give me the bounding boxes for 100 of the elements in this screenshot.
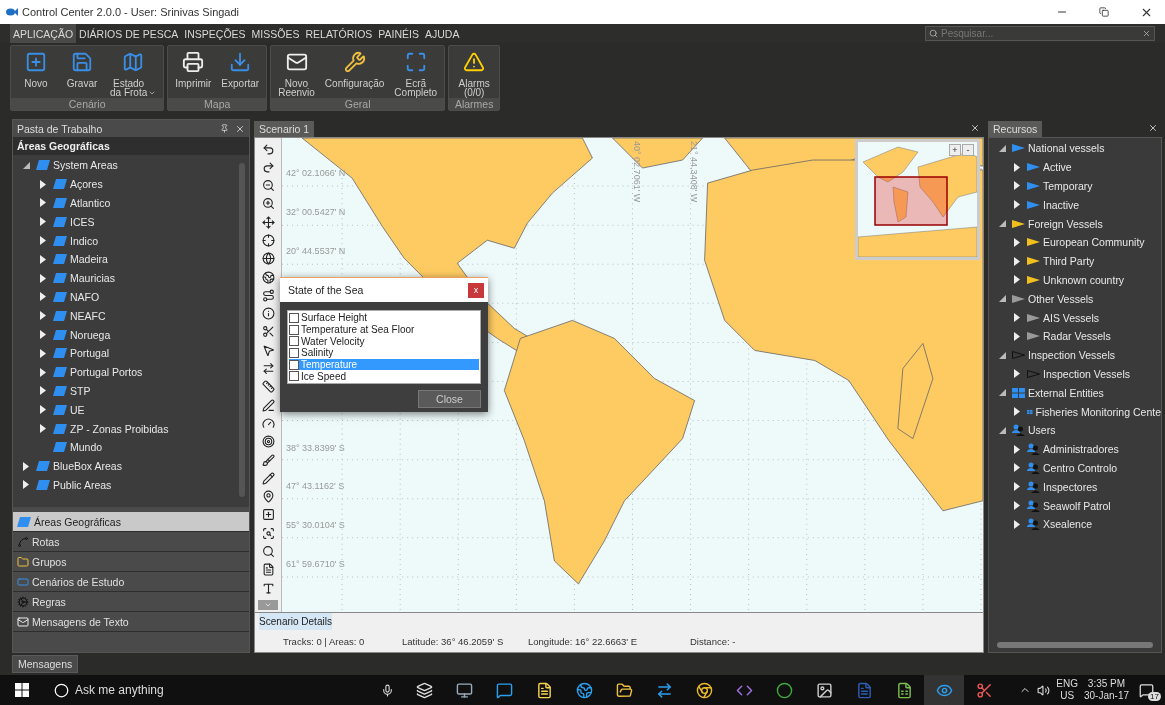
collapsed-arrow-icon[interactable]: [1014, 256, 1020, 266]
checkbox[interactable]: [289, 359, 299, 370]
tree-item-label[interactable]: Açores: [70, 178, 103, 191]
collapsed-arrow-icon[interactable]: [40, 367, 46, 377]
tree-item-label[interactable]: External Entities: [1028, 386, 1104, 399]
expanded-arrow-icon[interactable]: [998, 426, 1006, 434]
collapsed-arrow-icon[interactable]: [23, 480, 29, 490]
tree-item-label[interactable]: ZP - Zonas Proibidas: [70, 422, 169, 435]
ribbon-button[interactable]: Exportar: [216, 48, 265, 98]
tree-item-label[interactable]: Xsealence: [1043, 518, 1093, 531]
tree-item-label[interactable]: Inspection Vessels: [1043, 367, 1130, 380]
menu-tab[interactable]: APLICAÇÃO: [10, 24, 77, 43]
scrollbar[interactable]: [997, 642, 1153, 648]
collapsed-arrow-icon[interactable]: [40, 273, 46, 283]
collapsed-arrow-icon[interactable]: [40, 386, 46, 396]
tree-item-label[interactable]: NEAFC: [70, 309, 106, 322]
search-field[interactable]: Pesquisar...: [925, 26, 1155, 41]
nav-item[interactable]: Regras: [13, 592, 249, 612]
overview-map[interactable]: + -: [855, 139, 980, 260]
zoom-out-button[interactable]: -: [962, 144, 974, 156]
collapsed-arrow-icon[interactable]: [1014, 407, 1020, 417]
tree-item-label[interactable]: Seawolf Patrol: [1043, 499, 1111, 512]
menu-tab[interactable]: AJUDA: [422, 24, 463, 43]
expanded-arrow-icon[interactable]: [998, 144, 1006, 152]
tree-item-label[interactable]: European Community: [1043, 236, 1145, 249]
tree-item-label[interactable]: Users: [1028, 424, 1056, 437]
tree-item-label[interactable]: Other Vessels: [1028, 292, 1094, 305]
tree-item-label[interactable]: Foreign Vessels: [1028, 217, 1103, 230]
menu-tab[interactable]: PAINÉIS: [375, 24, 422, 43]
expanded-arrow-icon[interactable]: [998, 220, 1006, 228]
collapsed-arrow-icon[interactable]: [40, 179, 46, 189]
collapsed-arrow-icon[interactable]: [40, 424, 46, 434]
ribbon-button[interactable]: Novo Reenvio: [273, 48, 320, 98]
ribbon-button[interactable]: Novo: [13, 48, 59, 98]
collapsed-arrow-icon[interactable]: [1014, 482, 1020, 492]
collapsed-arrow-icon[interactable]: [40, 236, 46, 246]
ribbon-button[interactable]: Configuração: [319, 48, 390, 98]
tree-item-label[interactable]: BlueBox Areas: [53, 460, 122, 473]
collapsed-arrow-icon[interactable]: [40, 311, 46, 321]
list-item[interactable]: Ice Speed: [289, 370, 479, 383]
tree-item-label[interactable]: Fisheries Monitoring Cente: [1035, 405, 1161, 418]
checkbox[interactable]: [289, 324, 299, 335]
collapsed-arrow-icon[interactable]: [40, 330, 46, 340]
collapsed-arrow-icon[interactable]: [1014, 313, 1020, 323]
collapsed-arrow-icon[interactable]: [40, 348, 46, 358]
tree-item-label[interactable]: Unknown country: [1043, 273, 1125, 286]
collapsed-arrow-icon[interactable]: [1014, 519, 1020, 529]
collapsed-arrow-icon[interactable]: [1014, 331, 1020, 341]
tree-item-label[interactable]: UE: [70, 403, 85, 416]
expanded-arrow-icon[interactable]: [22, 161, 30, 169]
tree-item-label[interactable]: Portugal Portos: [70, 366, 143, 379]
ribbon-button[interactable]: Gravar: [59, 48, 105, 98]
tree-item-label[interactable]: Portugal: [70, 347, 110, 360]
menu-tab[interactable]: RELATÓRIOS: [302, 24, 376, 43]
collapsed-arrow-icon[interactable]: [1014, 275, 1020, 285]
tree-item-label[interactable]: Madeira: [70, 253, 108, 266]
collapsed-arrow-icon[interactable]: [1014, 369, 1020, 379]
tree-item-label[interactable]: NAFO: [70, 290, 100, 303]
microphone-icon[interactable]: [381, 683, 394, 697]
pin-icon[interactable]: [220, 124, 229, 133]
tree-item-label[interactable]: Inspection Vessels: [1028, 349, 1115, 362]
expanded-arrow-icon[interactable]: [998, 295, 1006, 303]
tree-item-label[interactable]: Administradores: [1043, 443, 1119, 456]
collapsed-arrow-icon[interactable]: [40, 198, 46, 208]
panel-tab[interactable]: Recursos: [988, 121, 1043, 137]
tree-item-label[interactable]: System Areas: [53, 159, 118, 172]
expanded-arrow-icon[interactable]: [998, 389, 1006, 397]
tree-item-label[interactable]: Mundo: [70, 441, 103, 454]
list-item[interactable]: Temperature at Sea Floor: [289, 323, 479, 336]
checkbox[interactable]: [289, 312, 299, 323]
ribbon-button[interactable]: Ecrã Completo: [389, 48, 443, 98]
tree-item-label[interactable]: Radar Vessels: [1043, 330, 1111, 343]
checkbox[interactable]: [289, 371, 299, 382]
menu-tab[interactable]: DIÁRIOS DE PESCA: [76, 24, 182, 43]
collapsed-arrow-icon[interactable]: [1014, 463, 1020, 473]
tree-item-label[interactable]: ICES: [70, 215, 95, 228]
expanded-arrow-icon[interactable]: [998, 351, 1006, 359]
collapsed-arrow-icon[interactable]: [1014, 501, 1020, 511]
list-item[interactable]: Surface Height: [289, 312, 479, 324]
close-icon[interactable]: [970, 123, 980, 133]
tree-item-label[interactable]: Inspectores: [1043, 480, 1098, 493]
collapsed-arrow-icon[interactable]: [1014, 181, 1020, 191]
collapsed-arrow-icon[interactable]: [40, 254, 46, 264]
clock[interactable]: 3:35 PM 30-Jan-17: [1083, 678, 1129, 702]
dialog-close-button[interactable]: x: [468, 282, 484, 298]
list-item[interactable]: Salinity: [289, 347, 479, 359]
close-button[interactable]: Close: [418, 390, 481, 409]
nav-item[interactable]: Mensagens de Texto: [13, 612, 249, 632]
nav-item[interactable]: Áreas Geográficas: [13, 512, 249, 532]
tree-item-label[interactable]: Active: [1043, 161, 1072, 174]
close-icon[interactable]: [1148, 123, 1158, 133]
tree-item-label[interactable]: Mauricias: [70, 272, 115, 285]
tree-item-label[interactable]: AIS Vessels: [1043, 311, 1100, 324]
nav-item[interactable]: Grupos: [13, 552, 249, 572]
ribbon-button[interactable]: Estado da Frota: [105, 48, 162, 98]
ribbon-button[interactable]: Imprimir: [170, 48, 217, 98]
collapsed-arrow-icon[interactable]: [40, 292, 46, 302]
document-tab[interactable]: Scenario 1: [254, 121, 315, 137]
collapsed-arrow-icon[interactable]: [1014, 200, 1020, 210]
messages-tab[interactable]: Mensagens: [12, 655, 79, 673]
